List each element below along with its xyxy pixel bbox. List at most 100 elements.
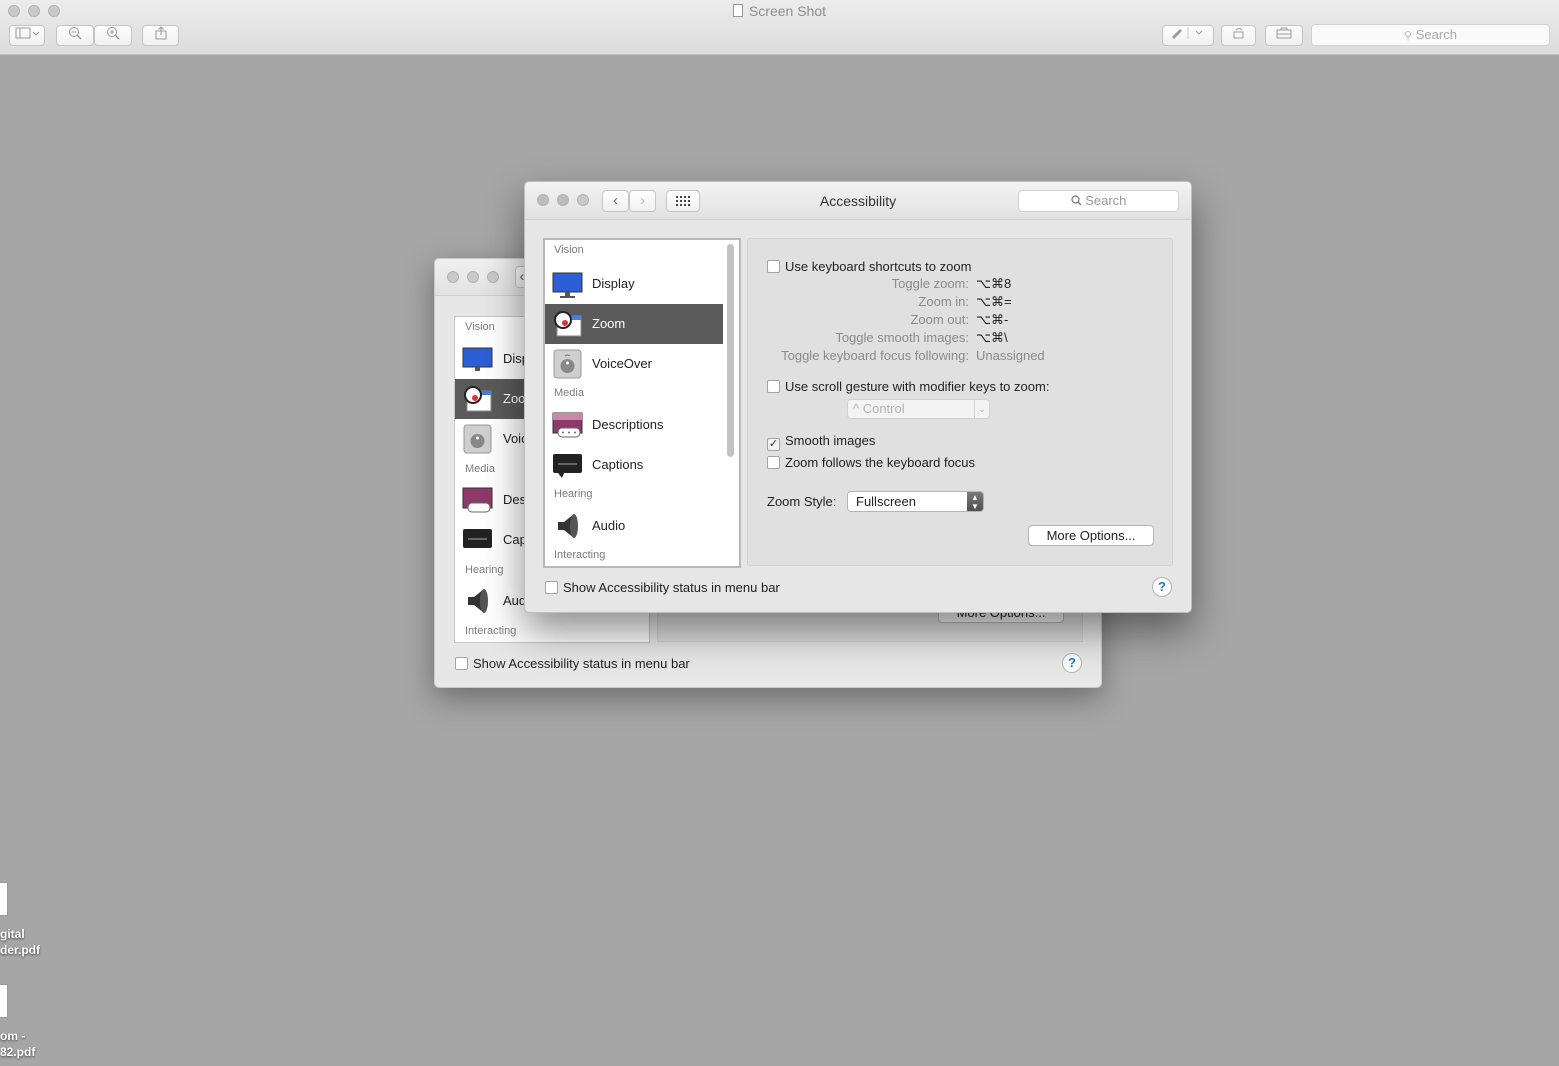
smooth-images-checkbox[interactable]: [767, 438, 780, 451]
accessibility-titlebar: ‹ › Accessibility Search: [525, 182, 1191, 220]
category-list-scrollbar[interactable]: [727, 244, 734, 457]
captions-icon: [463, 529, 492, 548]
scroll-gesture-checkbox[interactable]: [767, 380, 780, 393]
markup-button[interactable]: [1162, 25, 1214, 46]
document-icon: [732, 4, 743, 17]
follow-focus-checkbox[interactable]: [767, 456, 780, 469]
shortcut-key: Zoom out:: [910, 312, 969, 327]
sidebar-item-audio[interactable]: Audio: [545, 506, 723, 546]
rotate-icon: [1233, 28, 1243, 39]
speaker-icon: [558, 514, 578, 538]
sidebar-item-label: Descriptions: [592, 417, 664, 432]
background-item-label: Zoo: [503, 391, 526, 406]
keyboard-shortcuts-checkbox[interactable]: [767, 260, 780, 273]
follow-focus-option[interactable]: Zoom follows the keyboard focus: [767, 455, 975, 470]
desktop-file-label[interactable]: om - 82.pdf: [0, 1028, 35, 1060]
background-status-checkbox[interactable]: Show Accessibility status in menu bar: [455, 656, 690, 671]
desktop-file-label-line: der.pdf: [0, 943, 41, 957]
keyboard-shortcuts-option[interactable]: Use keyboard shortcuts to zoom: [767, 259, 971, 274]
zoom-out-icon: [69, 27, 82, 40]
more-options-button[interactable]: More Options...: [1028, 525, 1154, 546]
background-item-label: Aud: [503, 593, 527, 608]
sidebar-item-label: Display: [592, 276, 635, 291]
share-button[interactable]: [142, 25, 179, 46]
search-icon: [1070, 195, 1082, 206]
background-section-interacting: Interacting: [465, 625, 517, 637]
smooth-images-option[interactable]: Smooth images: [767, 433, 875, 451]
sidebar-item-descriptions[interactable]: Descriptions: [545, 405, 723, 445]
zoom-style-popup[interactable]: Fullscreen ▲ ▼: [847, 491, 984, 512]
background-section-hearing: Hearing: [465, 564, 504, 576]
background-minimize-button[interactable]: [467, 271, 479, 283]
background-item-label: Des: [503, 492, 527, 507]
sidebar-toggle-button[interactable]: [9, 25, 45, 46]
shortcut-value: Unassigned: [976, 348, 1045, 363]
voiceover-icon: [463, 424, 492, 454]
sidebar-item-zoom[interactable]: Zoom: [545, 304, 723, 344]
shortcut-value: ⌥⌘=: [976, 294, 1012, 309]
section-vision: Vision: [554, 244, 584, 256]
follow-focus-label: Zoom follows the keyboard focus: [785, 455, 976, 470]
category-list: Vision Display Zoom VoiceOver Media Desc…: [543, 238, 741, 568]
sidebar-item-label: Audio: [592, 518, 626, 533]
preview-search-field[interactable]: ⚲ Search: [1311, 24, 1550, 46]
background-section-media: Media: [465, 463, 495, 475]
chevron-down-icon: ⌄: [974, 400, 989, 418]
pdf-file-icon[interactable]: [0, 882, 8, 916]
share-icon: [155, 26, 166, 40]
scroll-gesture-label: Use scroll gesture with modifier keys to…: [785, 379, 1050, 394]
background-help-button[interactable]: ?: [1062, 653, 1082, 673]
speaker-icon: [468, 589, 488, 613]
zoom-out-button[interactable]: [56, 25, 94, 46]
pen-icon: [1172, 27, 1203, 39]
shortcut-key: Toggle zoom:: [891, 276, 969, 291]
zoom-style-label: Zoom Style:: [767, 494, 837, 509]
preview-search-placeholder: Search: [1415, 27, 1457, 42]
modifier-key-popup[interactable]: ^ Control ⌄: [847, 399, 990, 419]
shortcut-value: ⌥⌘-: [976, 312, 1009, 327]
search-placeholder: Search: [1085, 193, 1127, 208]
pdf-file-icon[interactable]: [0, 984, 8, 1018]
desktop-file-label-line: 82.pdf: [0, 1045, 36, 1059]
sidebar-item-voiceover[interactable]: VoiceOver: [545, 344, 723, 384]
zoom-in-button[interactable]: [94, 25, 132, 46]
checkbox[interactable]: [455, 657, 468, 670]
help-button[interactable]: ?: [1152, 577, 1172, 597]
status-in-menu-bar-checkbox[interactable]: [545, 581, 558, 594]
descriptions-icon: [462, 487, 493, 513]
zoom-style-value: Fullscreen: [856, 494, 916, 509]
display-icon: [552, 272, 583, 298]
sidebar-item-label: Captions: [592, 457, 644, 472]
background-status-label: Show Accessibility status in menu bar: [473, 656, 690, 671]
sidebar-item-label: Zoom: [592, 316, 626, 331]
toolbox-button[interactable]: [1265, 25, 1303, 46]
modifier-key-value: ^ Control: [853, 401, 905, 416]
preview-toolbar: Screen Shot ⚲ Search: [0, 0, 1559, 55]
descriptions-icon: [552, 412, 583, 438]
desktop-file-label[interactable]: gital der.pdf: [0, 926, 40, 958]
toolbox-icon: [1276, 27, 1292, 39]
background-close-button[interactable]: [447, 271, 459, 283]
rotate-button[interactable]: [1221, 25, 1256, 46]
zoom-settings-pane: Use keyboard shortcuts to zoom Toggle zo…: [747, 238, 1173, 566]
background-zoom-button[interactable]: [487, 271, 499, 283]
zoom-icon: [464, 386, 492, 412]
accessibility-window: ‹ › Accessibility Search Vision Display …: [524, 181, 1192, 613]
status-in-menu-bar-option[interactable]: Show Accessibility status in menu bar: [545, 580, 780, 595]
smooth-images-label: Smooth images: [785, 433, 876, 448]
preferences-search-field[interactable]: Search: [1018, 190, 1179, 212]
zoom-icon: [554, 311, 582, 337]
shortcut-value: ⌥⌘8: [976, 276, 1012, 291]
sidebar-item-label: VoiceOver: [592, 356, 652, 371]
scroll-gesture-option[interactable]: Use scroll gesture with modifier keys to…: [767, 379, 1049, 394]
background-section-vision: Vision: [465, 321, 495, 333]
keyboard-shortcuts-label: Use keyboard shortcuts to zoom: [785, 259, 972, 274]
captions-icon: [553, 454, 582, 478]
section-media: Media: [554, 387, 584, 399]
window-title: Screen Shot: [0, 3, 1559, 19]
sidebar-item-display[interactable]: Display: [545, 264, 723, 304]
section-interacting: Interacting: [554, 549, 606, 561]
window-title-text: Screen Shot: [748, 3, 827, 19]
search-icon: ⚲: [1404, 30, 1413, 42]
sidebar-item-captions[interactable]: Captions: [545, 445, 723, 485]
